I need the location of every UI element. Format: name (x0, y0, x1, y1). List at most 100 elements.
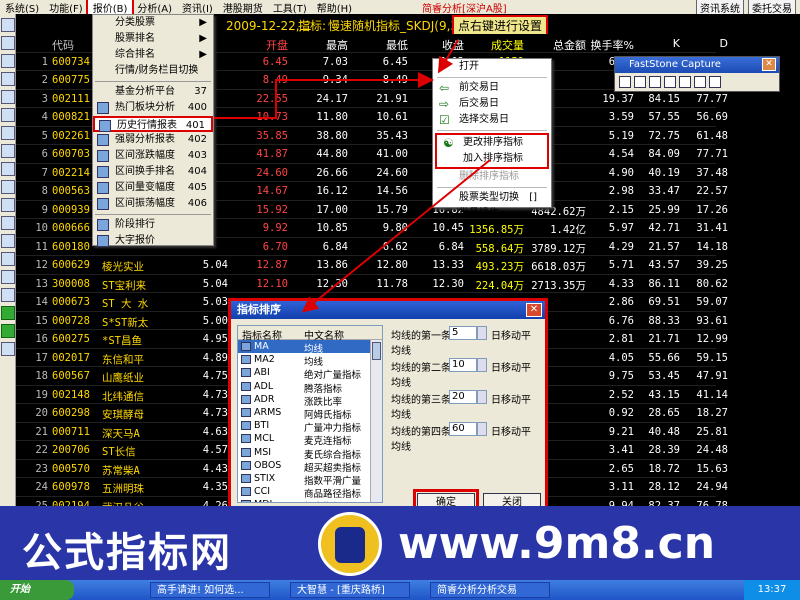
menu-item[interactable]: 区间量变幅度 405 (93, 180, 213, 196)
taskbar-item-dazhihui[interactable]: 大智慧 - [重庆路桥] (290, 582, 410, 598)
context-menu-item[interactable]: ☑ 选择交易日 (433, 112, 551, 128)
list-item[interactable]: ABI 绝对广量指标 (238, 366, 382, 381)
col-header-high[interactable]: 最高 (292, 37, 348, 53)
col-header-k[interactable]: K (636, 37, 680, 50)
menu-item[interactable]: 行情/财务栏目切换 (93, 63, 213, 79)
grid-icon[interactable] (1, 18, 15, 32)
capture-fullscreen-icon[interactable] (679, 76, 691, 88)
col-header-low[interactable]: 最低 (352, 37, 408, 53)
context-menu-item[interactable]: 打开 (433, 59, 551, 75)
list-item[interactable]: ARMS 阿姆氏指标 (238, 406, 382, 421)
menu-item[interactable]: 分类股票 ▶ (93, 15, 213, 31)
spinner-icon[interactable] (477, 422, 487, 436)
capture-settings-icon[interactable] (709, 76, 721, 88)
list-item[interactable]: ADL 腾落指标 (238, 380, 382, 395)
menu-item[interactable]: 股票排名 ▶ (93, 31, 213, 47)
capture-window-icon[interactable] (619, 76, 631, 88)
close-icon[interactable]: ✕ (526, 303, 542, 317)
folder-icon[interactable] (1, 144, 15, 158)
menu-quote[interactable]: 报价(B) (85, 0, 135, 17)
col-header-amount[interactable]: 总金额 (524, 37, 586, 53)
param-input[interactable]: 5 (449, 326, 477, 340)
table-row[interactable]: 12 600629 棱光实业 5.04 12.87 13.86 12.80 13.33 493.… (16, 256, 728, 275)
menu-function[interactable]: 功能(F) (44, 0, 88, 15)
context-menu-item[interactable]: 股票类型切换 [] (433, 190, 551, 206)
settings-icon[interactable] (1, 216, 15, 230)
list-item[interactable]: CCI 商品路径指标 (238, 485, 382, 500)
menu-info[interactable]: 资讯(I) (177, 0, 218, 15)
param-input[interactable]: 10 (449, 358, 477, 372)
window-icon[interactable] (1, 126, 15, 140)
menu-hk-futures[interactable]: 港股期货 (218, 0, 268, 15)
menu-item[interactable]: 区间换手排名 404 (93, 164, 213, 180)
taskbar-item-jianrui[interactable]: 简睿分析分析交易 (430, 582, 550, 598)
list-item[interactable]: ADR 涨跌比率 (238, 393, 382, 408)
menu-item[interactable]: 热门板块分析 400 (93, 100, 213, 116)
param-input[interactable]: 20 (449, 390, 477, 404)
list-item[interactable]: MDI 趋向指标 (238, 498, 382, 502)
list-item[interactable]: MSI 麦氏综合指标 (238, 446, 382, 461)
col-header-open[interactable]: 开盘 (232, 37, 288, 53)
context-menu-item[interactable]: ⇦ 前交易日 (433, 80, 551, 96)
chart-icon[interactable] (1, 36, 15, 50)
menu-analysis[interactable]: 分析(A) (132, 0, 177, 15)
export-icon[interactable] (1, 252, 15, 266)
menu-item[interactable]: 强弱分析报表 402 (93, 132, 213, 148)
taskbar-item-browser[interactable]: 高手请进! 如何选... (150, 582, 270, 598)
spinner-icon[interactable] (477, 358, 487, 372)
book-icon[interactable] (1, 234, 15, 248)
list-item[interactable]: MA 均线 (238, 340, 382, 355)
menu-item[interactable]: 区间涨跌幅度 403 (93, 148, 213, 164)
table-icon[interactable] (1, 90, 15, 104)
col-header-close[interactable]: 收盘 (408, 37, 464, 53)
context-menu-item[interactable]: ☯ 更改排序指标 (437, 135, 547, 151)
print-icon[interactable] (1, 162, 15, 176)
page-icon[interactable] (1, 198, 15, 212)
context-menu-item[interactable]: 批量操作 (433, 206, 551, 222)
col-header-d[interactable]: D (684, 37, 728, 50)
report-icon[interactable] (1, 108, 15, 122)
arrow-right-icon[interactable] (1, 324, 15, 338)
menu-help[interactable]: 帮助(H) (312, 0, 357, 15)
spinner-icon[interactable] (477, 326, 487, 340)
menu-item[interactable]: 历史行情报表 401 (93, 116, 213, 132)
list-item[interactable]: BTI 广量冲力指标 (238, 419, 382, 434)
menu-item[interactable]: 大字报价 (93, 233, 213, 249)
start-button[interactable]: 开始 (0, 580, 74, 600)
calendar-icon[interactable] (1, 72, 15, 86)
arrow-left-icon[interactable] (1, 306, 15, 320)
context-menu-item[interactable]: 加入排序指标 (437, 151, 547, 167)
news-icon[interactable] (1, 180, 15, 194)
col-header-volume[interactable]: 成交量 (464, 37, 524, 53)
menu-item-shortcut: 403 (187, 150, 207, 161)
list-item[interactable]: MA2 均线 (238, 353, 382, 368)
capture-scroll-icon[interactable] (694, 76, 706, 88)
doc-icon[interactable] (1, 270, 15, 284)
menu-item[interactable]: 区间振荡幅度 406 (93, 196, 213, 212)
list-item[interactable]: STIX 指数平滑广量 (238, 472, 382, 487)
capture-object-icon[interactable] (634, 76, 646, 88)
menu-item[interactable]: 基金分析平台 37 (93, 84, 213, 100)
close-icon[interactable]: ✕ (762, 58, 776, 71)
list-icon[interactable] (1, 54, 15, 68)
list-item[interactable]: MCL 麦克连指标 (238, 432, 382, 447)
context-menu-item[interactable]: ⇨ 后交易日 (433, 96, 551, 112)
capture-freehand-icon[interactable] (664, 76, 676, 88)
scroll-thumb[interactable] (372, 342, 381, 360)
col-header-turnover[interactable]: 换手率% (588, 37, 634, 53)
menu-system[interactable]: 系统(S) (0, 0, 44, 15)
menu-item[interactable]: 综合排名 ▶ (93, 47, 213, 63)
cell-k: 18.72 (648, 462, 680, 475)
pin-icon[interactable] (1, 288, 15, 302)
capture-rect-icon[interactable] (649, 76, 661, 88)
param-input[interactable]: 60 (449, 422, 477, 436)
list-item[interactable]: OBOS 超买超卖指标 (238, 459, 382, 474)
menu-tools[interactable]: 工具(T) (268, 0, 312, 15)
spinner-icon[interactable] (477, 390, 487, 404)
cell-turn: 2.86 (608, 296, 634, 308)
table-row[interactable]: 13 300008 ST宝利来 5.04 12.10 12.30 11.78 12.30 224… (16, 275, 728, 293)
list-scrollbar[interactable] (370, 340, 382, 502)
indicator-list[interactable]: 指标名称 中文名称 MA 均线 MA2 均线 ABI 绝对广量指标 ADL 腾落指标 ADR 涨跌… (237, 325, 383, 503)
help-icon[interactable] (1, 342, 15, 356)
menu-item[interactable]: 阶段排行 (93, 217, 213, 233)
